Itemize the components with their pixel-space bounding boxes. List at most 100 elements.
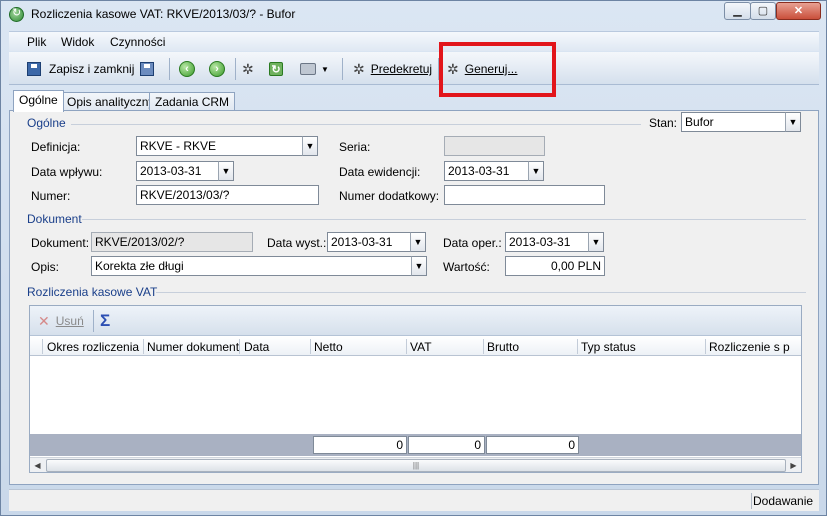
status-bar: Dodawanie	[9, 489, 819, 511]
save-button[interactable]	[140, 60, 154, 78]
column-header-doc-number[interactable]: Numer dokument	[147, 340, 239, 354]
toolbar-separator	[342, 58, 343, 80]
menu-actions[interactable]: Czynności	[110, 35, 165, 49]
tab-analytic[interactable]: Opis analityczny	[61, 92, 161, 111]
operation-date-dropdown-button[interactable]: ▼	[588, 232, 604, 252]
scroll-thumb[interactable]: |||	[46, 459, 786, 472]
group-divider	[156, 292, 806, 293]
toolbar-separator	[93, 310, 94, 332]
vat-grid: ✕ Usuń Σ Okres rozliczenia Numer dokumen…	[29, 305, 802, 473]
scroll-right-icon[interactable]: ▶	[786, 459, 801, 472]
remove-button[interactable]: ✕ Usuń	[38, 312, 84, 330]
grid-header: Okres rozliczenia Numer dokument Data Ne…	[30, 337, 801, 356]
main-window: Rozliczenia kasowe VAT: RKVE/2013/03/? -…	[0, 0, 827, 516]
tab-crm[interactable]: Zadania CRM	[149, 92, 236, 111]
series-label: Seria:	[339, 140, 371, 154]
issue-date-label: Data wyst.:	[267, 236, 327, 250]
extra-number-field[interactable]	[444, 185, 605, 205]
sum-netto: 0	[313, 436, 407, 454]
receipt-date-field[interactable]: 2013-03-31	[136, 161, 219, 181]
description-dropdown-button[interactable]: ▼	[411, 256, 427, 276]
status-dropdown-button[interactable]: ▼	[785, 112, 801, 132]
scroll-left-icon[interactable]: ◀	[30, 459, 45, 472]
description-field[interactable]: Korekta złe długi	[91, 256, 412, 276]
arrow-left-icon: ‹	[179, 61, 195, 77]
save-close-button[interactable]: Zapisz i zamknij	[27, 60, 134, 78]
toolbar-separator	[235, 58, 236, 80]
column-header-settlement[interactable]: Rozliczenie s p	[709, 340, 790, 354]
description-label: Opis:	[31, 260, 60, 274]
window-title: Rozliczenia kasowe VAT: RKVE/2013/03/? -…	[31, 7, 296, 21]
minimize-button[interactable]: ▁	[724, 2, 751, 20]
number-field[interactable]: RKVE/2013/03/?	[136, 185, 319, 205]
menu-file[interactable]: Plik	[27, 35, 46, 49]
group-vat-label: Rozliczenia kasowe VAT	[27, 285, 158, 299]
save-close-label: Zapisz i zamknij	[49, 62, 135, 76]
refresh-button[interactable]: ↻	[269, 60, 283, 78]
group-general-label: Ogólne	[27, 116, 66, 130]
sum-button[interactable]: Σ	[100, 311, 111, 330]
tools-button[interactable]: ✲	[242, 60, 254, 78]
issue-date-dropdown-button[interactable]: ▼	[410, 232, 426, 252]
record-date-field[interactable]: 2013-03-31	[444, 161, 529, 181]
column-header-brutto[interactable]: Brutto	[487, 340, 519, 354]
group-document-label: Dokument	[27, 212, 82, 226]
series-field	[444, 136, 545, 156]
arrow-right-icon: ›	[209, 61, 225, 77]
refresh-icon: ↻	[269, 62, 283, 76]
close-button[interactable]: ✕	[776, 2, 821, 20]
receipt-date-dropdown-button[interactable]: ▼	[218, 161, 234, 181]
highlight-box	[439, 42, 556, 97]
record-date-label: Data ewidencji:	[339, 165, 421, 179]
title-bar: Rozliczenia kasowe VAT: RKVE/2013/03/? -…	[1, 1, 826, 27]
toolbar-separator	[169, 58, 170, 80]
back-button[interactable]: ‹	[179, 60, 195, 78]
record-date-dropdown-button[interactable]: ▼	[528, 161, 544, 181]
column-header-netto[interactable]: Netto	[314, 340, 343, 354]
status-select[interactable]: Bufor	[681, 112, 786, 132]
column-header-vat[interactable]: VAT	[410, 340, 432, 354]
value-label: Wartość:	[443, 260, 490, 274]
sum-vat: 0	[408, 436, 485, 454]
delete-icon: ✕	[38, 312, 50, 329]
column-divider	[143, 339, 144, 354]
chevron-down-icon: ▼	[321, 64, 329, 74]
sigma-icon: Σ	[100, 311, 111, 330]
document-label: Dokument:	[31, 236, 90, 250]
definition-select[interactable]: RKVE - RKVE	[136, 136, 303, 156]
remove-label: Usuń	[55, 314, 84, 328]
app-icon	[9, 6, 24, 22]
column-header-type-status[interactable]: Typ status	[581, 340, 636, 354]
print-button[interactable]: ▼	[300, 60, 329, 78]
tools-icon: ✲	[242, 60, 254, 77]
printer-icon	[300, 63, 316, 75]
column-header-period[interactable]: Okres rozliczenia	[47, 340, 139, 354]
definition-label: Definicja:	[31, 140, 81, 154]
column-header-date[interactable]: Data	[244, 340, 269, 354]
forward-button[interactable]: ›	[209, 60, 225, 78]
definition-dropdown-button[interactable]: ▼	[302, 136, 318, 156]
column-divider	[239, 339, 240, 354]
document-field: RKVE/2013/02/?	[91, 232, 253, 252]
predekretuj-label: Predekretuj	[370, 62, 433, 76]
predekretuj-button[interactable]: ✲ Predekretuj	[353, 60, 432, 78]
number-label: Numer:	[31, 189, 71, 203]
receipt-date-label: Data wpływu:	[31, 165, 103, 179]
status-label: Stan:	[649, 116, 678, 130]
toolbar: Zapisz i zamknij ‹ › ✲ ↻ ▼ ✲ Predekretuj	[9, 52, 819, 85]
menu-bar: Plik Widok Czynności	[9, 31, 819, 51]
column-divider	[42, 339, 43, 354]
column-divider	[705, 339, 706, 354]
issue-date-field[interactable]: 2013-03-31	[327, 232, 411, 252]
sum-brutto: 0	[486, 436, 579, 454]
horizontal-scrollbar[interactable]: ◀ ||| ▶	[30, 457, 801, 472]
grid-toolbar: ✕ Usuń Σ	[30, 306, 801, 336]
group-divider	[71, 124, 641, 125]
tab-general[interactable]: Ogólne	[13, 90, 64, 112]
maximize-button[interactable]: ▢	[750, 2, 776, 20]
menu-view[interactable]: Widok	[61, 35, 94, 49]
operation-date-field[interactable]: 2013-03-31	[505, 232, 589, 252]
grid-summary-row: 0 0 0	[30, 434, 801, 456]
column-divider	[577, 339, 578, 354]
column-divider	[406, 339, 407, 354]
